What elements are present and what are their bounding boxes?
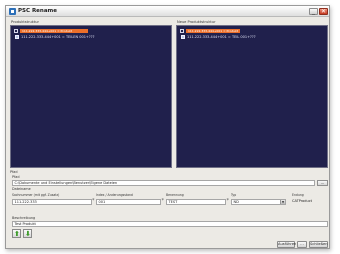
path-group-label: Pfad: [10, 170, 18, 174]
window-title: PSC Rename: [18, 8, 57, 14]
benennung-input[interactable]: TEST: [166, 199, 226, 205]
tree-node-child[interactable]: 111.222.333-444+001 = TEILEN 001+???: [21, 35, 94, 39]
chevron-down-icon[interactable]: ▼: [280, 200, 285, 204]
required-marker: *: [226, 198, 230, 204]
tree-root-icon: [180, 29, 184, 33]
part-number-input[interactable]: 111.222.333: [12, 199, 92, 205]
part-icon: [181, 35, 185, 39]
path-input[interactable]: C:\Dokumente und Einstellungen\Benutzer\…: [12, 180, 315, 186]
part-number-label: Sachnummer (mit ggf. Zusatz): [12, 193, 60, 197]
required-marker: *: [92, 198, 95, 204]
minimize-button[interactable]: _: [309, 8, 318, 15]
extension-value: CATProduct: [292, 199, 312, 203]
description-input[interactable]: Test Produkt: [12, 221, 328, 227]
index-label: Index / Änderungsstand: [96, 193, 133, 197]
required-marker: *: [161, 198, 165, 204]
new-product-structure-tree[interactable]: 111.222.333-444+001 = Produkt 111.222.33…: [176, 25, 328, 168]
psc-rename-window: PSC Rename _ ✕ Produktstruktur 111.222.3…: [5, 5, 330, 249]
index-input[interactable]: 001: [96, 199, 161, 205]
tree-node-selected[interactable]: 111.222.333-444+001 = Produkt: [186, 29, 240, 33]
product-structure-tree[interactable]: 111.222.333-444+001 = Produkt 111.222.33…: [10, 25, 172, 168]
benennung-label: Benennung: [166, 193, 184, 197]
tree-node-selected[interactable]: 111.222.333-444+001 = Produkt: [20, 29, 88, 33]
typ-select[interactable]: ND ▼: [231, 199, 286, 205]
filename-section-label: Dateiname: [12, 187, 31, 191]
description-label: Beschreibung: [12, 216, 36, 220]
tree-node-child[interactable]: 111.222.333-444+001 = TEIL 001+???: [187, 35, 256, 39]
tree-root-icon: [14, 29, 18, 33]
move-up-button[interactable]: ⬆: [12, 229, 21, 238]
typ-label: Typ: [231, 193, 237, 197]
more-button[interactable]: ...: [297, 241, 307, 248]
path-label: Pfad: [12, 175, 20, 179]
close-dialog-button[interactable]: Schließen: [309, 241, 328, 248]
browse-button[interactable]: ...: [317, 180, 328, 186]
execute-button[interactable]: Ausführen: [277, 241, 296, 248]
right-panel-label: Neue Produktstruktur: [177, 20, 216, 24]
arrow-up-icon: ⬆: [14, 229, 20, 238]
title-bar[interactable]: PSC Rename _ ✕: [6, 6, 329, 17]
extension-label: Endung: [292, 193, 304, 197]
move-down-button[interactable]: ⬇: [23, 229, 32, 238]
left-panel-label: Produktstruktur: [11, 20, 40, 24]
typ-select-value: ND: [233, 200, 239, 204]
part-icon: [15, 35, 19, 39]
app-icon: [9, 8, 16, 15]
arrow-down-icon: ⬇: [25, 229, 31, 238]
close-button[interactable]: ✕: [319, 8, 328, 15]
